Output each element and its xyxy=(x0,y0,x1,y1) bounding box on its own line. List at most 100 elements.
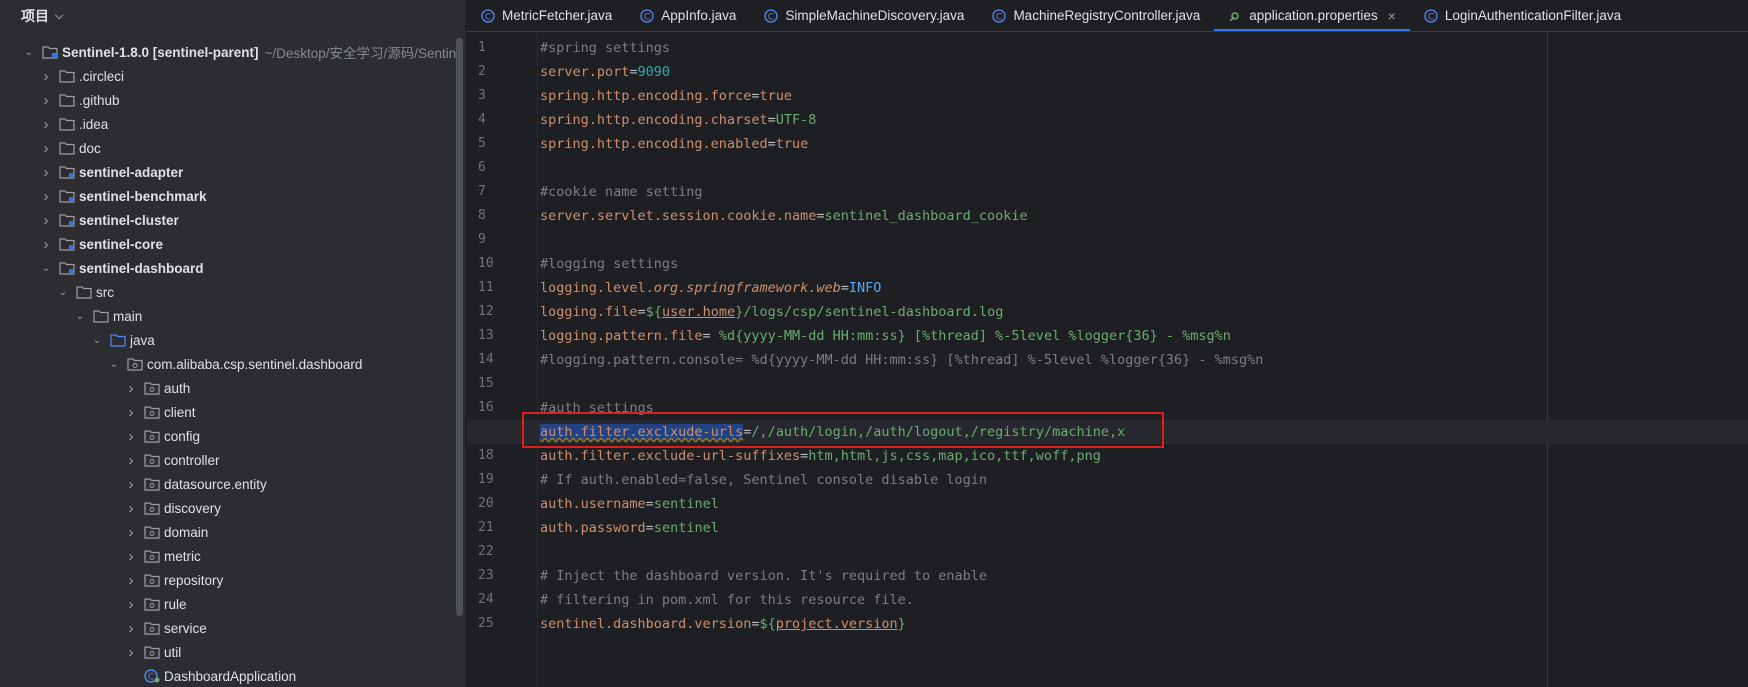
code-line[interactable]: #auth settings xyxy=(540,396,1740,420)
chevron-right-icon[interactable]: › xyxy=(39,116,53,133)
code-line[interactable] xyxy=(540,228,1740,252)
tree-item[interactable]: › doc xyxy=(0,136,455,160)
tree-item[interactable]: › rule xyxy=(0,592,455,616)
code-line[interactable]: logging.pattern.file= %d{yyyy-MM-dd HH:m… xyxy=(540,324,1740,348)
tree-item[interactable]: ⌄ com.alibaba.csp.sentinel.dashboard xyxy=(0,352,455,376)
code-line[interactable]: sentinel.dashboard.version=${project.ver… xyxy=(540,612,1740,636)
editor-tab[interactable]: C AppInfo.java xyxy=(626,0,750,31)
close-icon[interactable]: × xyxy=(1388,8,1396,24)
editor-tab[interactable]: C LoginAuthenticationFilter.java xyxy=(1410,0,1635,31)
code-line[interactable] xyxy=(540,372,1740,396)
editor-tab[interactable]: C SimpleMachineDiscovery.java xyxy=(750,0,978,31)
chevron-right-icon[interactable]: › xyxy=(124,476,138,493)
tree-item-label: datasource.entity xyxy=(164,476,267,492)
code-line[interactable]: spring.http.encoding.charset=UTF-8 xyxy=(540,108,1740,132)
chevron-right-icon[interactable]: › xyxy=(124,548,138,565)
chevron-right-icon[interactable]: › xyxy=(124,596,138,613)
tree-item[interactable]: › sentinel-adapter xyxy=(0,160,455,184)
tree-item[interactable]: › client xyxy=(0,400,455,424)
package-icon xyxy=(144,382,160,395)
code-line[interactable]: #cookie name setting xyxy=(540,180,1740,204)
code-line[interactable]: auth.password=sentinel xyxy=(540,516,1740,540)
editor-tab[interactable]: application.properties × xyxy=(1214,0,1410,31)
chevron-down-icon[interactable]: ⌄ xyxy=(107,359,121,370)
code-line[interactable]: server.port=9090 xyxy=(540,60,1740,84)
editor-tab[interactable]: C MetricFetcher.java xyxy=(467,0,626,31)
code-token: # If auth.enabled=false, Sentinel consol… xyxy=(540,472,988,488)
tree-item[interactable]: › service xyxy=(0,616,455,640)
chevron-right-icon[interactable]: › xyxy=(124,572,138,589)
tree-item[interactable]: › discovery xyxy=(0,496,455,520)
tree-item[interactable]: › .circleci xyxy=(0,64,455,88)
chevron-right-icon[interactable]: › xyxy=(124,644,138,661)
tree-item[interactable]: › auth xyxy=(0,376,455,400)
tree-item[interactable]: › controller xyxy=(0,448,455,472)
code-line[interactable]: auth.filter.exclude-url-suffixes=htm,htm… xyxy=(540,444,1740,468)
code-area[interactable]: #spring settings server.port=9090 spring.h… xyxy=(467,36,1748,636)
tree-item[interactable]: › metric xyxy=(0,544,455,568)
code-line[interactable] xyxy=(540,156,1740,180)
folder-icon xyxy=(59,94,75,107)
tree-root-path: ~/Desktop/安全学习/源码/Sentin xyxy=(264,46,457,61)
code-line[interactable]: # Inject the dashboard version. It's req… xyxy=(540,564,1740,588)
chevron-down-icon[interactable]: ⌄ xyxy=(73,311,87,322)
chevron-right-icon[interactable]: › xyxy=(39,164,53,181)
code-token: = xyxy=(645,496,654,512)
chevron-right-icon[interactable]: › xyxy=(39,188,53,205)
tree-item[interactable]: › util xyxy=(0,640,455,664)
tree-item[interactable]: › config xyxy=(0,424,455,448)
chevron-down-icon[interactable]: ⌄ xyxy=(56,287,70,298)
tree-item[interactable]: ›CDashboardApplication xyxy=(0,664,455,687)
code-line[interactable]: #spring settings xyxy=(540,36,1740,60)
code-line[interactable] xyxy=(540,540,1740,564)
chevron-right-icon[interactable]: › xyxy=(39,212,53,229)
code-line[interactable]: spring.http.encoding.enabled=true xyxy=(540,132,1740,156)
code-line[interactable]: #logging.pattern.console= %d{yyyy-MM-dd … xyxy=(540,348,1740,372)
code-line[interactable]: # If auth.enabled=false, Sentinel consol… xyxy=(540,468,1740,492)
chevron-right-icon[interactable]: › xyxy=(39,68,53,85)
code-token: = xyxy=(840,280,849,296)
tree-item[interactable]: ⌄ src xyxy=(0,280,455,304)
tree-item-label: util xyxy=(164,644,182,660)
code-line[interactable]: #logging settings xyxy=(540,252,1740,276)
chevron-right-icon[interactable]: › xyxy=(39,140,53,157)
chevron-right-icon[interactable]: › xyxy=(124,404,138,421)
chevron-down-icon[interactable]: ⌄ xyxy=(90,335,104,346)
tree-item[interactable]: › sentinel-cluster xyxy=(0,208,455,232)
code-line[interactable]: spring.http.encoding.force=true xyxy=(540,84,1740,108)
tree-item[interactable]: › domain xyxy=(0,520,455,544)
chevron-down-icon[interactable]: ⌵ xyxy=(55,10,63,23)
chevron-right-icon[interactable]: › xyxy=(124,620,138,637)
code-line[interactable]: # filtering in pom.xml for this resource… xyxy=(540,588,1740,612)
code-line[interactable]: auth.username=sentinel xyxy=(540,492,1740,516)
tree-item[interactable]: › sentinel-core xyxy=(0,232,455,256)
chevron-down-icon[interactable]: ⌄ xyxy=(39,263,53,274)
tree-item[interactable]: › .github xyxy=(0,88,455,112)
chevron-right-icon[interactable]: › xyxy=(39,92,53,109)
code-line[interactable]: auth.filter.exclxude-urls=/,/auth/login,… xyxy=(467,420,1748,444)
tree-item[interactable]: › datasource.entity xyxy=(0,472,455,496)
chevron-right-icon[interactable]: › xyxy=(39,236,53,253)
chevron-down-icon[interactable]: ⌄ xyxy=(22,47,36,58)
svg-text:C: C xyxy=(768,12,774,22)
chevron-right-icon[interactable]: › xyxy=(124,452,138,469)
project-scrollbar[interactable] xyxy=(456,38,463,616)
code-token: = xyxy=(767,112,776,128)
chevron-right-icon[interactable]: › xyxy=(124,524,138,541)
tree-item[interactable]: ⌄ main xyxy=(0,304,455,328)
chevron-right-icon[interactable]: › xyxy=(124,428,138,445)
tree-item[interactable]: ⌄ sentinel-dashboard xyxy=(0,256,455,280)
tree-item[interactable]: › .idea xyxy=(0,112,455,136)
tree-item[interactable]: › repository xyxy=(0,568,455,592)
code-line[interactable]: logging.file=${user.home}/logs/csp/senti… xyxy=(540,300,1740,324)
tree-item[interactable]: › sentinel-benchmark xyxy=(0,184,455,208)
project-view-header[interactable]: 项目 ⌵ xyxy=(0,0,465,32)
tree-root[interactable]: ⌄ Sentinel-1.8.0 [sentinel-parent] ~/Des… xyxy=(0,40,457,64)
code-line[interactable]: logging.level.org.springframework.web=IN… xyxy=(540,276,1740,300)
tree-item-label: main xyxy=(113,308,143,324)
chevron-right-icon[interactable]: › xyxy=(124,380,138,397)
tree-item[interactable]: ⌄ java xyxy=(0,328,455,352)
chevron-right-icon[interactable]: › xyxy=(124,500,138,517)
code-line[interactable]: server.servlet.session.cookie.name=senti… xyxy=(540,204,1740,228)
editor-tab[interactable]: C MachineRegistryController.java xyxy=(978,0,1214,31)
